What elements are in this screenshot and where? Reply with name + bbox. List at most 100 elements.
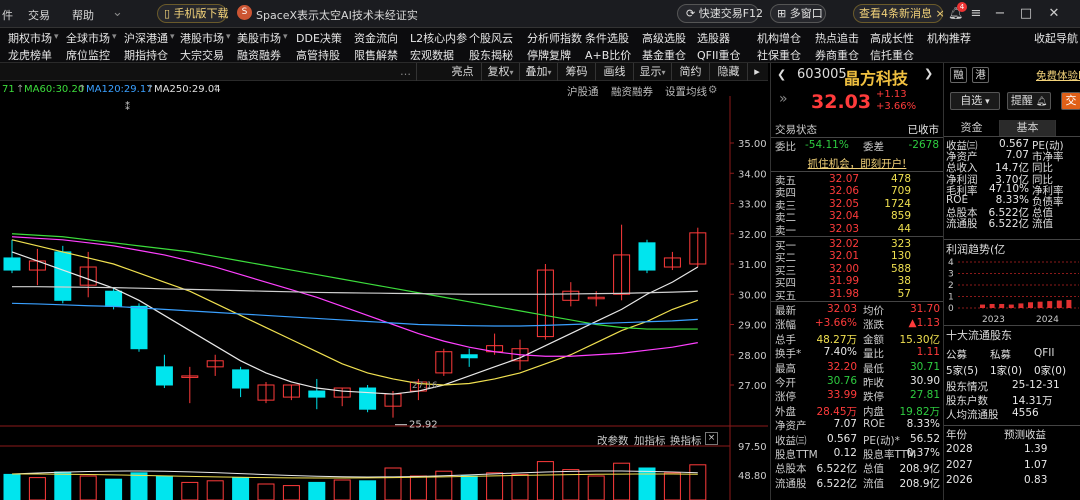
nav_row1-item[interactable]: 条件选股: [585, 30, 629, 46]
candle-body[interactable]: [308, 390, 326, 398]
nav_row1-item[interactable]: 资金流向: [354, 30, 398, 46]
collapse-toolbar-icon[interactable]: ▸: [748, 63, 766, 81]
menu-help[interactable]: 帮助: [72, 7, 94, 23]
candle-body[interactable]: [638, 242, 656, 271]
nav_row1-item[interactable]: 全球市场: [66, 30, 110, 46]
menu-icon[interactable]: ≡: [966, 4, 986, 23]
chart-toolbar-button[interactable]: 叠加▾: [520, 63, 558, 81]
indicator-tab[interactable]: 加指标: [634, 433, 666, 448]
menu-trade[interactable]: 交易: [28, 7, 50, 23]
nav_row2-item[interactable]: 券商重仓: [815, 47, 859, 63]
nav_row2-item[interactable]: 高管持股: [296, 47, 340, 63]
candle-body[interactable]: [359, 387, 377, 410]
news-ticker[interactable]: SpaceX表示太空AI技术未经证实: [256, 7, 418, 23]
indicator-tab[interactable]: 换指标: [670, 433, 702, 448]
quick-trade-button[interactable]: ⟳ 快速交易F12: [677, 4, 763, 23]
nav_row2-item[interactable]: 信托重仓: [870, 47, 914, 63]
stat-row: 最高 32.20 最低 30.71: [771, 361, 943, 375]
candle-body[interactable]: [3, 257, 21, 271]
nav_row1-item[interactable]: 沪深港通: [124, 30, 168, 46]
chart-toolbar-button[interactable]: 筹码: [558, 63, 596, 81]
candle-body[interactable]: [232, 369, 250, 389]
chart-toolbar-button[interactable]: 画线: [596, 63, 634, 81]
stat-label: PE(动)*: [863, 434, 900, 447]
nav_row2-item[interactable]: QFII重仓: [697, 47, 740, 63]
chevron-down-icon[interactable]: ▾: [112, 32, 117, 42]
nav_row1-item[interactable]: L2核心内参: [410, 30, 467, 46]
holder-count-row: 5家(5) 1家(0) 0家(0): [946, 363, 1080, 377]
nav_row1-item[interactable]: 美股市场: [237, 30, 281, 46]
nav_row2-item[interactable]: 融资融券: [237, 47, 281, 63]
nav_row1-item[interactable]: 港股市场: [180, 30, 224, 46]
nav_row2-item[interactable]: 席位监控: [66, 47, 110, 63]
news-avatar-icon: S: [237, 5, 252, 20]
nav_row2-item[interactable]: 龙虎榜单: [8, 47, 52, 63]
chevron-down-icon[interactable]: ▾: [54, 32, 59, 42]
volume-bar: [359, 480, 377, 500]
nav_row2-item[interactable]: 期指持仓: [124, 47, 168, 63]
expand-icon[interactable]: »: [779, 91, 788, 107]
profit-bar: [989, 303, 995, 308]
nav_row1-item[interactable]: 个股风云: [469, 30, 513, 46]
nav_row1-item[interactable]: 高成长性: [870, 30, 914, 46]
candle-body[interactable]: [130, 305, 148, 350]
chevron-down-icon[interactable]: ▾: [170, 32, 175, 42]
nav_row1-item[interactable]: 机构增仓: [757, 30, 801, 46]
menu-item-partial[interactable]: 件: [2, 7, 13, 23]
profit-y-tick: 2: [948, 281, 954, 291]
profit-bar: [999, 303, 1005, 308]
candle-body[interactable]: [155, 366, 173, 386]
phone-icon: ▯: [164, 7, 171, 20]
toolbar-item-partial[interactable]: …: [395, 63, 417, 81]
tab-basic[interactable]: 基本: [1000, 120, 1056, 136]
tab-funds[interactable]: 资金: [944, 120, 1000, 136]
nav_row1-item[interactable]: 机构推荐: [927, 30, 971, 46]
minimize-icon[interactable]: −: [990, 4, 1010, 23]
chart-toolbar-button[interactable]: 简约: [672, 63, 710, 81]
nav_row2-item[interactable]: A+B比价: [585, 47, 631, 63]
nav_row2-item[interactable]: 基金重仓: [642, 47, 686, 63]
nav_row2-item[interactable]: 停牌复牌: [527, 47, 571, 63]
watchlist-button[interactable]: 自选 ▾: [950, 92, 1000, 110]
nav_row1-item[interactable]: 选股器: [697, 30, 730, 46]
price-change: +1.13 +3.66%: [876, 89, 916, 113]
nav_row1-item[interactable]: 高级选股: [642, 30, 686, 46]
nav_row1-item[interactable]: 分析师指数: [527, 30, 582, 46]
free-trial-link[interactable]: 免费体验L: [1036, 68, 1080, 83]
chevron-down-icon[interactable]: ⌄: [112, 5, 123, 20]
maximize-icon[interactable]: □: [1016, 4, 1036, 23]
close-icon[interactable]: ×: [936, 7, 945, 20]
y-tick-label: 35.00: [738, 139, 767, 150]
settings-icon[interactable]: ⚙: [708, 84, 717, 96]
next-stock-icon[interactable]: ❯: [924, 67, 933, 80]
nav_row2-item[interactable]: 股东揭秘: [469, 47, 513, 63]
nav_row1-item[interactable]: 收起导航: [1034, 30, 1078, 46]
phone-download-button[interactable]: ▯ 手机版下载: [157, 4, 229, 23]
nav_row2-item[interactable]: 大宗交易: [180, 47, 224, 63]
close-window-icon[interactable]: ✕: [1044, 4, 1064, 23]
previous-stock-icon[interactable]: ❮: [777, 68, 786, 81]
chart-toolbar-button[interactable]: 隐藏: [710, 63, 748, 81]
new-messages-button[interactable]: 查看4条新消息 ×: [853, 4, 945, 23]
close-panel-icon[interactable]: ×: [705, 432, 718, 445]
chevron-down-icon[interactable]: ▾: [283, 32, 288, 42]
chart-toolbar-button[interactable]: 显示▾: [634, 63, 672, 81]
remind-button[interactable]: 提醒 🔔︎: [1007, 92, 1051, 110]
candle-body[interactable]: [460, 354, 478, 359]
trade-button[interactable]: 交: [1061, 92, 1080, 110]
nav_row2-item[interactable]: 社保重仓: [757, 47, 801, 63]
indicator-tab[interactable]: 改参数: [597, 433, 629, 448]
nav_row1-item[interactable]: 期权市场: [8, 30, 52, 46]
candle-body[interactable]: [54, 251, 72, 301]
chevron-down-icon[interactable]: ▾: [226, 32, 231, 42]
chart-toolbar-button[interactable]: 亮点: [444, 63, 482, 81]
chart-toolbar-button[interactable]: 复权▾: [482, 63, 520, 81]
nav_row2-item[interactable]: 宏观数据: [410, 47, 454, 63]
open-account-promo[interactable]: 抓住机会，即刻开户!: [771, 156, 943, 170]
y-tick-label: 31.00: [738, 260, 767, 271]
candle-body[interactable]: [105, 290, 123, 307]
nav_row1-item[interactable]: 热点追击: [815, 30, 859, 46]
multi-window-button[interactable]: ⊞ 多窗口: [770, 4, 826, 23]
nav_row1-item[interactable]: DDE决策: [296, 30, 342, 46]
nav_row2-item[interactable]: 限售解禁: [354, 47, 398, 63]
